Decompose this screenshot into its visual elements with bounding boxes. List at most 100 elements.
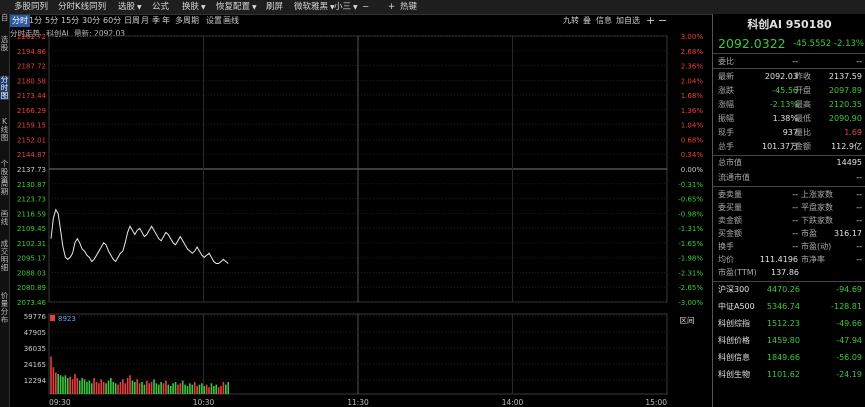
index-row[interactable]: 科创价格 1459.80 -47.94 [713, 334, 865, 347]
detail-value: -- [856, 255, 862, 264]
detail-label: 卖金额 [718, 216, 742, 225]
index-change: -128.81 [831, 302, 862, 311]
font-size-minus-button[interactable]: − [362, 1, 369, 13]
left-nav-item-3[interactable]: K线图 [0, 118, 9, 142]
volume-bar [114, 383, 117, 394]
price-tick-label: 2130.87 [17, 181, 46, 189]
volume-bar [122, 379, 124, 394]
font-size-plus-button[interactable]: + [388, 1, 395, 13]
detail-row: 换手 -- 市盈(动) -- [713, 240, 865, 253]
left-nav-item-2[interactable]: 分时图 [0, 76, 9, 100]
volume-bar [100, 379, 103, 394]
detail-value: 316.17 [834, 229, 862, 238]
toolbar-item-8[interactable]: 小三 ▼ [334, 1, 358, 13]
volume-bar [69, 376, 71, 394]
volume-bar [110, 377, 112, 394]
top-toolbar: 多股同列 分时K线同列 选股 ▼ 公式 换肤 ▼ 恢复配置 ▼ 刷屏 微软雅黑 ▼ 小三 ▼ 热键 − + [0, 0, 865, 15]
volume-bar [189, 383, 191, 394]
market-value-row: 流通市值 -- [713, 171, 865, 184]
index-change: -49.66 [836, 319, 862, 328]
price-tick-label: 2180.58 [17, 77, 46, 85]
mv-label: 流通市值 [718, 173, 750, 182]
volume-bar [186, 385, 189, 394]
chevron-down-icon: ▼ [353, 4, 358, 11]
index-row[interactable]: 科创信息 1849.66 -56.09 [713, 351, 865, 364]
pct-tick-label: 1.36% [681, 107, 704, 115]
volume-bar [88, 380, 91, 394]
volume-bar [98, 383, 100, 394]
price-change-pct: -2.13% [833, 39, 864, 49]
pct-tick-label: 0.34% [681, 151, 704, 159]
index-row[interactable]: 沪深300 4470.26 -94.69 [713, 283, 865, 296]
toolbar-item-4[interactable]: 换肤 ▼ [182, 1, 206, 13]
toolbar-item-3[interactable]: 公式 [152, 1, 169, 13]
toolbar-item-2[interactable]: 选股 ▼ [118, 1, 142, 13]
price-tick-label: 2073.46 [17, 299, 46, 307]
left-nav-item-6[interactable]: 画线 [0, 210, 9, 226]
detail-row: 卖金额 -- 下跌家数 -- [713, 214, 865, 227]
volume-bar [66, 377, 69, 394]
left-nav-item-0[interactable]: 自 [0, 14, 9, 22]
volume-bar [138, 383, 141, 394]
volume-bar [90, 383, 93, 394]
detail-value: -- [856, 242, 862, 251]
quote-row: 最新 2092.03 昨收 2137.59 [713, 70, 865, 83]
detail-label: 买金额 [718, 229, 742, 238]
detail-value: -- [792, 190, 798, 199]
toolbar-item-6[interactable]: 刷屏 [266, 1, 283, 13]
pct-tick-label: -0.98% [678, 210, 703, 218]
detail-label: 市净率 [801, 255, 825, 264]
left-nav-item-7[interactable]: 成交明细 [0, 240, 9, 272]
price-tick-label: 2102.31 [17, 240, 46, 248]
toolbar-item-0[interactable]: 多股同列 [14, 1, 48, 13]
volume-bar [155, 383, 158, 394]
chevron-down-icon: ▼ [137, 4, 142, 11]
volume-bar [76, 377, 79, 394]
index-row[interactable]: 科创生物 1101.62 -24.19 [713, 368, 865, 381]
price-tick-label: 2109.45 [17, 225, 46, 233]
intraday-chart[interactable]: 2201.72 3.00% 2194.86 2.68% 2187.72 2.36% 2180… [9, 14, 712, 407]
pe-ttm-label: 市盈(TTM) [718, 268, 757, 277]
index-change: -47.94 [836, 336, 862, 345]
volume-bar [112, 381, 115, 394]
index-row[interactable]: 科创综指 1512.23 -49.66 [713, 317, 865, 330]
left-nav-item-5[interactable]: 周期 [0, 180, 9, 196]
volume-tick-label: 36035 [24, 345, 46, 353]
volume-bar [141, 381, 143, 394]
price-tick-label: 2088.03 [17, 269, 46, 277]
detail-value: -- [856, 203, 862, 212]
index-value: 1101.62 [766, 370, 800, 379]
mv-value: -- [856, 173, 862, 182]
price-tick-label: 2173.44 [17, 92, 46, 100]
left-nav-item-1[interactable]: 选股 [0, 36, 9, 52]
index-value: 5346.74 [766, 302, 800, 311]
volume-bar [179, 383, 182, 394]
toolbar-item-7[interactable]: 微软雅黑 ▼ [294, 1, 335, 13]
toolbar-item-5[interactable]: 恢复配置 ▼ [216, 1, 257, 13]
toolbar-item-label: 选股 [118, 2, 136, 12]
detail-value: -- [856, 190, 862, 199]
index-row[interactable]: 中证A500 5346.74 -128.81 [713, 300, 865, 313]
toolbar-item-label: 公式 [152, 2, 170, 12]
volume-bar [86, 381, 88, 394]
index-change: -94.69 [836, 285, 862, 294]
detail-value: -- [792, 229, 798, 238]
index-value: 4470.26 [766, 285, 800, 294]
toolbar-item-label: 刷屏 [266, 2, 284, 12]
left-nav-item-8[interactable]: 价量分布 [0, 292, 9, 324]
quote-value: 2097.89 [828, 86, 862, 95]
price-tick-label: 2144.87 [17, 151, 46, 159]
index-name: 科创生物 [718, 370, 750, 379]
quote-value: 101.37万 [762, 142, 798, 151]
quote-label: 最新 [718, 72, 734, 81]
toolbar-item-label: 热键 [400, 2, 418, 12]
index-value: 1849.66 [766, 353, 800, 362]
volume-bar [193, 381, 196, 394]
volume-bar [217, 387, 220, 394]
price-tick-label: 2159.15 [17, 122, 46, 130]
price-tick-label: 2201.72 [17, 33, 46, 41]
toolbar-item-9[interactable]: 热键 [400, 1, 417, 13]
pe-ttm-row: 市盈(TTM) 137.86 [713, 266, 865, 279]
weibi-row: 委比 -- -- [713, 55, 865, 68]
toolbar-item-1[interactable]: 分时K线同列 [58, 1, 106, 13]
